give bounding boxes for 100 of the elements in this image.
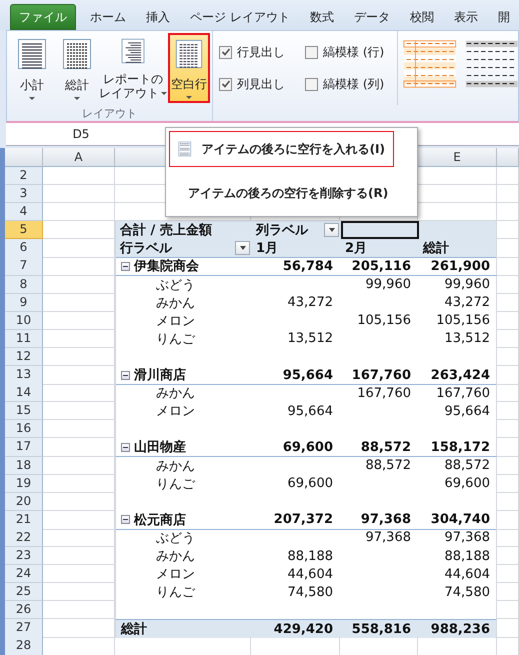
- table-cell: 167,760: [357, 386, 411, 401]
- table-cell: 167,760: [352, 368, 411, 383]
- table-cell: 105,156: [436, 313, 490, 328]
- checkbox-label: 縞模様 (行): [323, 44, 384, 60]
- ribbon-tab[interactable]: 数式: [300, 4, 344, 30]
- menu-item[interactable]: アイテムの後ろの空行を削除する(R): [169, 175, 394, 211]
- filter-dropdown-button[interactable]: [235, 241, 250, 256]
- layout-dropdown-button[interactable]: 小計: [11, 33, 53, 103]
- row-header[interactable]: 12: [5, 348, 43, 366]
- row-header[interactable]: 9: [5, 294, 43, 312]
- row-header[interactable]: 17: [5, 438, 43, 458]
- ribbon-tab[interactable]: データ: [344, 4, 400, 30]
- row-header[interactable]: 28: [5, 637, 43, 655]
- caret-icon: [74, 97, 80, 100]
- checkbox[interactable]: [219, 46, 232, 58]
- ribbon-tab[interactable]: 表示: [444, 4, 488, 30]
- ribbon-tab[interactable]: 校閲: [400, 4, 444, 30]
- menu-item[interactable]: アイテムの後ろに空行を入れる(I): [169, 131, 394, 167]
- table-cell: 44,604: [444, 566, 490, 582]
- layout-dropdown-button[interactable]: 総計: [56, 33, 98, 103]
- table-cell: 99,960: [444, 277, 490, 292]
- row-header[interactable]: 14: [5, 384, 43, 402]
- table-cell: 13,512: [288, 331, 333, 346]
- collapse-icon[interactable]: [121, 515, 130, 524]
- row-header[interactable]: 7: [5, 257, 43, 276]
- table-cell-text: 滑川商店: [134, 366, 186, 384]
- checkbox-label: 縞模様 (列): [323, 76, 384, 92]
- checkbox[interactable]: [305, 46, 318, 58]
- table-cell: 304,740: [430, 512, 490, 528]
- checkbox[interactable]: [305, 78, 318, 90]
- collapse-icon[interactable]: [121, 370, 130, 380]
- table-cell: 205,116: [352, 258, 411, 274]
- checkbox[interactable]: [219, 78, 232, 90]
- table-cell-text: 合計 / 売上金額: [120, 222, 212, 240]
- table-cell: 167,760: [436, 386, 490, 401]
- row-header[interactable]: 15: [5, 402, 43, 420]
- table-cell-text: 2月: [345, 240, 368, 258]
- table-cell-text: メロン: [156, 566, 195, 584]
- table-cell-text: ぶどう: [156, 276, 195, 294]
- table-cell-text: 行ラベル: [120, 240, 172, 258]
- row-header[interactable]: 25: [5, 583, 43, 602]
- column-header[interactable]: A: [43, 148, 115, 167]
- table-cell-text: 列ラベル: [256, 222, 308, 240]
- row-header[interactable]: 11: [5, 330, 43, 348]
- table-cell: 97,368: [366, 530, 411, 546]
- table-cell: 88,572: [360, 440, 411, 455]
- table-layout-icon: [174, 39, 204, 69]
- row-header[interactable]: 21: [5, 510, 43, 530]
- file-tab[interactable]: ファイル: [10, 4, 76, 30]
- row-header[interactable]: 26: [5, 601, 43, 620]
- empty-cell: [497, 420, 519, 438]
- table-cell-text: みかん: [156, 458, 195, 475]
- row-header[interactable]: 5: [5, 221, 43, 240]
- table-cell-text: 山田物産: [134, 438, 186, 456]
- filter-dropdown-button[interactable]: [324, 223, 339, 238]
- column-header[interactable]: E: [418, 148, 497, 167]
- row-header[interactable]: 4: [5, 203, 43, 222]
- empty-cell: [497, 185, 519, 204]
- row-header[interactable]: 24: [5, 565, 43, 584]
- table-cell[interactable]: [341, 221, 419, 240]
- ribbon-tab[interactable]: ページ レイアウト: [180, 4, 300, 30]
- table-layout-icon: [62, 38, 92, 70]
- row-header[interactable]: 16: [5, 420, 43, 438]
- empty-cell: [497, 203, 519, 222]
- checkbox-label: 列見出し: [237, 76, 285, 92]
- collapse-icon[interactable]: [121, 442, 130, 452]
- row-header[interactable]: 18: [5, 456, 43, 475]
- collapse-icon[interactable]: [121, 262, 130, 271]
- row-header[interactable]: 10: [5, 312, 43, 330]
- table-cell: 207,372: [274, 512, 333, 528]
- table-cell: 69,600: [288, 476, 333, 492]
- table-cell: 13,512: [444, 331, 490, 346]
- table-cell: 43,272: [288, 295, 333, 310]
- row-header[interactable]: 23: [5, 546, 43, 566]
- row-header[interactable]: 6: [5, 239, 43, 258]
- table-cell: 97,368: [360, 512, 411, 528]
- table-cell: 88,188: [288, 548, 333, 564]
- empty-cell: [497, 601, 519, 620]
- row-header[interactable]: 3: [5, 185, 43, 204]
- ribbon-tab[interactable]: 挿入: [136, 4, 180, 30]
- empty-cell: [497, 492, 519, 511]
- layout-dropdown-button[interactable]: 空白行: [168, 33, 210, 103]
- table-cell-text: りんご: [156, 584, 195, 602]
- row-header[interactable]: 2: [5, 167, 43, 186]
- row-header[interactable]: 8: [5, 276, 43, 294]
- empty-cell: [497, 167, 519, 186]
- row-header[interactable]: 27: [5, 619, 43, 638]
- table-cell-text: 伊集院商会: [134, 258, 199, 276]
- table-cell: 429,420: [274, 622, 333, 637]
- ribbon-tab[interactable]: ホーム: [80, 4, 136, 30]
- row-header[interactable]: 19: [5, 474, 43, 493]
- row-header[interactable]: 13: [5, 366, 43, 386]
- table-cell: 263,424: [430, 368, 490, 383]
- ribbon-tab[interactable]: 開: [488, 4, 519, 30]
- table-cell: 43,272: [444, 295, 490, 310]
- row-header[interactable]: 22: [5, 528, 43, 547]
- table-cell-text: ぶどう: [156, 530, 195, 547]
- row-header[interactable]: 20: [5, 492, 43, 511]
- table-cell: 95,664: [282, 368, 333, 383]
- table-cell-text: りんご: [156, 330, 195, 348]
